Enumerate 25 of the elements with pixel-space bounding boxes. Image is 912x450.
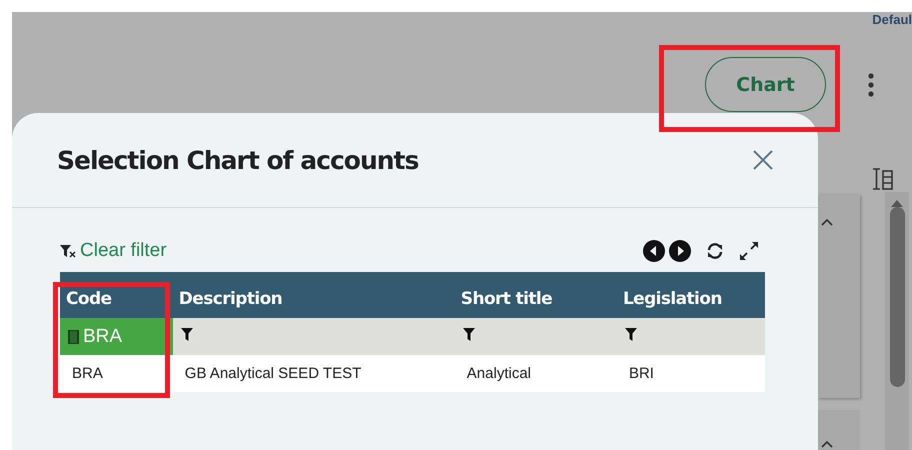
table-cell: Analytical — [466, 365, 531, 382]
filter-icon[interactable] — [180, 328, 193, 341]
column-header[interactable]: Code — [66, 289, 112, 309]
filter-icon[interactable] — [624, 328, 637, 341]
filter-icon[interactable] — [462, 328, 475, 341]
user-label: Defaul — [872, 12, 912, 27]
table-cell: GB Analytical SEED TEST — [184, 365, 362, 382]
scrollbar-thumb[interactable] — [890, 207, 905, 387]
scrollbar[interactable] — [885, 192, 909, 450]
dialog-title: Selection Chart of accounts — [57, 146, 418, 174]
column-header[interactable]: Description — [178, 289, 282, 309]
close-icon[interactable] — [752, 149, 774, 171]
clear-filter-icon — [60, 244, 76, 258]
filter-active-icon — [68, 330, 79, 344]
caret-icon[interactable] — [821, 440, 833, 448]
next-icon[interactable] — [669, 240, 691, 262]
clear-filter-link[interactable]: Clear filter — [60, 240, 167, 262]
more-icon[interactable] — [868, 72, 874, 96]
caret-icon[interactable] — [821, 218, 833, 226]
table-cell: BRI — [628, 365, 654, 382]
previous-icon[interactable] — [643, 240, 665, 262]
sort-icon[interactable] — [872, 167, 894, 191]
refresh-icon[interactable] — [707, 243, 723, 259]
table-cell: BRA — [72, 365, 103, 382]
expand-icon[interactable] — [739, 241, 759, 261]
